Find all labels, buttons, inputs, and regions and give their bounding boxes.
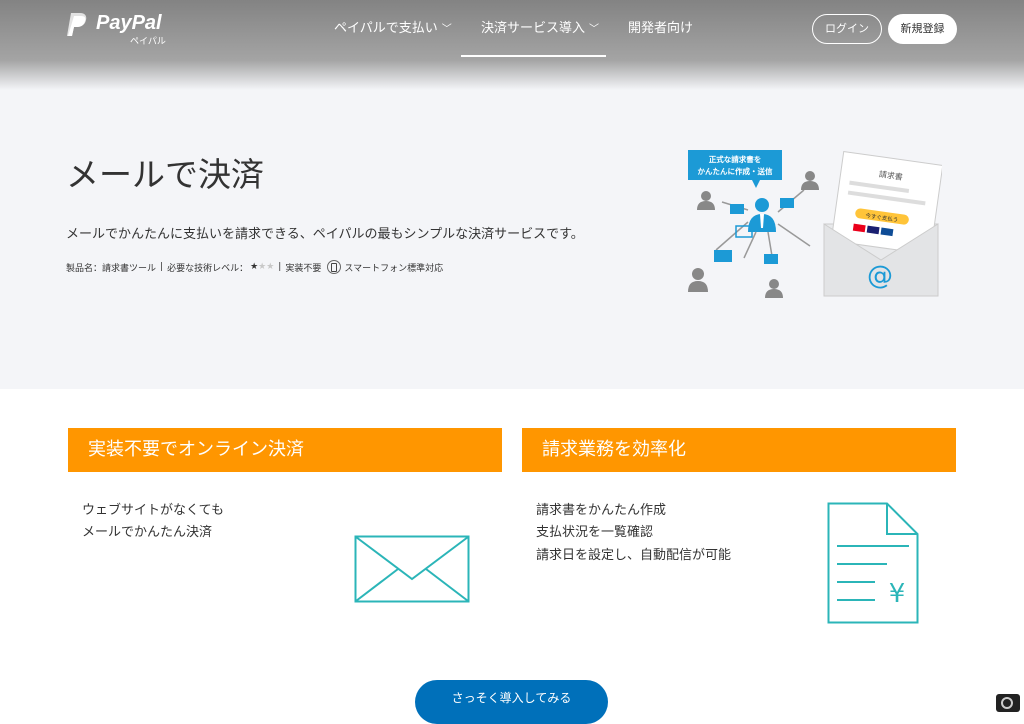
page-title: メールで決済 [66, 155, 264, 194]
logo-text: PayPal [96, 12, 162, 34]
login-button[interactable]: ログイン [812, 14, 882, 44]
card-text-line: ウェブサイトがなくても [82, 503, 224, 518]
chevron-down-icon: ﹀ [441, 24, 452, 35]
invoice-envelope: 請求書 今すぐ支払う @ [823, 150, 942, 297]
paypal-p-icon [67, 13, 87, 36]
feature-card-billing-efficiency: 請求業務を効率化 [522, 428, 956, 472]
invoice-email-illustration: 正式な請求書を かんたんに作成・送信 請求書 今すぐ支払う @ [688, 150, 942, 298]
bubble-line-2: かんたんに作成・送信 [698, 166, 773, 176]
nav-developers[interactable]: 開発者向け [628, 0, 693, 56]
meta-skill-level: 必要な技術レベル： [167, 263, 249, 274]
chevron-down-icon: ﹀ [589, 24, 600, 35]
card-text-line: 支払状況を一覧確認 [536, 525, 654, 540]
get-started-button[interactable]: さっそく導入してみる [415, 680, 608, 724]
signup-button[interactable]: 新規登録 [888, 14, 957, 44]
logo-subtext: ペイパル [130, 37, 166, 47]
card-title: 請求業務を効率化 [522, 428, 956, 472]
nav-label: ペイパルで支払い [334, 21, 438, 36]
nav-active-indicator [461, 55, 606, 57]
meta-product-name: 製品名：請求書ツール [66, 263, 157, 274]
skill-stars: ★★★ [250, 262, 274, 272]
star-filled-icon: ★ [250, 262, 259, 272]
speech-bubble: 正式な請求書を かんたんに作成・送信 [688, 150, 782, 188]
corner-widget-icon[interactable] [996, 694, 1020, 712]
smartphone-icon [327, 260, 342, 274]
hero-description: メールでかんたんに支払いを請求できる、ペイパルの最もシンプルな決済サービスです。 [66, 227, 584, 242]
nav-merchant-services[interactable]: 決済サービス導入 ﹀ [481, 0, 599, 56]
yen-icon: ¥ [889, 579, 906, 609]
at-sign-icon: @ [867, 261, 893, 291]
envelope-icon [354, 535, 470, 603]
meta-separator: | [160, 262, 164, 272]
card-text-line: メールでかんたん決済 [82, 525, 213, 540]
nav-label: 決済サービス導入 [481, 21, 586, 36]
bubble-line-1: 正式な請求書を [709, 154, 762, 164]
product-meta: 製品名：請求書ツール | 必要な技術レベル： ★★★ | 実装不要 スマートフォ… [66, 260, 443, 274]
card-text-line: 請求日を設定し、自動配信が可能 [536, 548, 732, 563]
invoice-document-icon: ¥ [827, 502, 919, 624]
recipient-person-icons [688, 171, 819, 298]
meta-implementation: 実装不要 [285, 263, 322, 274]
meta-separator: | [278, 262, 282, 272]
paypal-logo[interactable]: PayPal ペイパル [66, 10, 176, 47]
feature-card-no-implementation: 実装不要でオンライン決済 [68, 428, 502, 472]
card-text-line: 請求書をかんたん作成 [536, 503, 667, 518]
nav-pay-with-paypal[interactable]: ペイパルで支払い ﹀ [334, 0, 452, 56]
header-fade [0, 60, 1024, 90]
meta-smartphone: スマートフォン標準対応 [344, 263, 444, 274]
card-title: 実装不要でオンライン決済 [68, 428, 502, 472]
nav-label: 開発者向け [628, 21, 694, 36]
star-empty-icon: ★★ [258, 262, 275, 272]
